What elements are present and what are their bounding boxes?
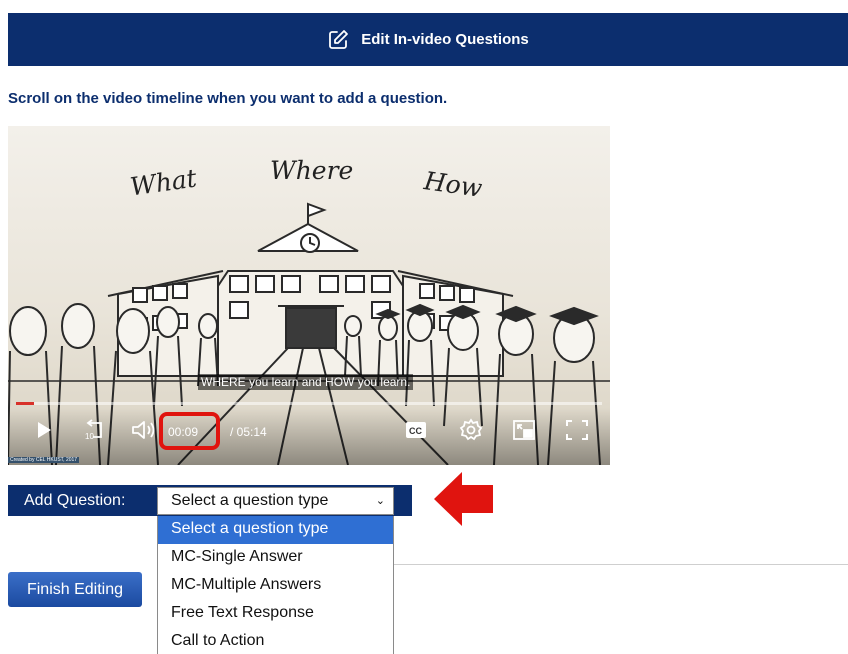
svg-text:CC: CC <box>409 426 422 436</box>
play-icon[interactable] <box>34 420 54 440</box>
closed-captions-icon[interactable]: CC <box>405 420 427 440</box>
chevron-down-icon: ⌄ <box>375 495 385 507</box>
question-type-dropdown: Select a question type MC-Single Answer … <box>157 516 394 654</box>
add-question-label: Add Question: <box>24 492 126 509</box>
current-time: 00:09 <box>168 425 199 439</box>
red-arrow-icon <box>432 470 496 533</box>
page-title: Edit In-video Questions <box>361 31 529 48</box>
option-free-text-response[interactable]: Free Text Response <box>158 600 393 628</box>
video-caption: WHERE you learn and HOW you learn. <box>198 374 414 390</box>
edit-icon <box>327 29 349 51</box>
video-controls: 10 00:09 / 05:14 CC <box>8 408 610 465</box>
volume-icon[interactable] <box>130 418 158 442</box>
finish-editing-button[interactable]: Finish Editing <box>8 572 142 607</box>
video-progress-fill <box>16 402 34 405</box>
option-select-a-question-type[interactable]: Select a question type <box>158 516 393 544</box>
video-progress-bar[interactable] <box>16 402 602 405</box>
option-mc-single-answer[interactable]: MC-Single Answer <box>158 544 393 572</box>
option-mc-multiple-answers[interactable]: MC-Multiple Answers <box>158 572 393 600</box>
total-time: / 05:14 <box>230 425 267 439</box>
add-question-bar: Add Question: Select a question type ⌄ <box>8 485 412 516</box>
option-call-to-action[interactable]: Call to Action <box>158 628 393 654</box>
svg-text:10: 10 <box>85 432 94 441</box>
video-player[interactable]: What Where How WHERE you learn and HOW y… <box>8 126 610 465</box>
picture-in-picture-icon[interactable] <box>511 418 537 442</box>
instruction-text: Scroll on the video timeline when you wa… <box>8 90 448 107</box>
video-credit: Created by CEL HKUST, 2017 <box>8 457 80 463</box>
page-header: Edit In-video Questions <box>8 13 848 66</box>
scene-word-where: Where <box>270 156 354 185</box>
rewind-10-icon[interactable]: 10 <box>82 418 108 442</box>
divider-line <box>394 564 848 565</box>
question-type-select[interactable]: Select a question type ⌄ <box>157 487 394 515</box>
question-type-selected-value: Select a question type <box>171 492 329 509</box>
fullscreen-icon[interactable] <box>564 418 590 442</box>
settings-gear-icon[interactable] <box>458 417 484 443</box>
